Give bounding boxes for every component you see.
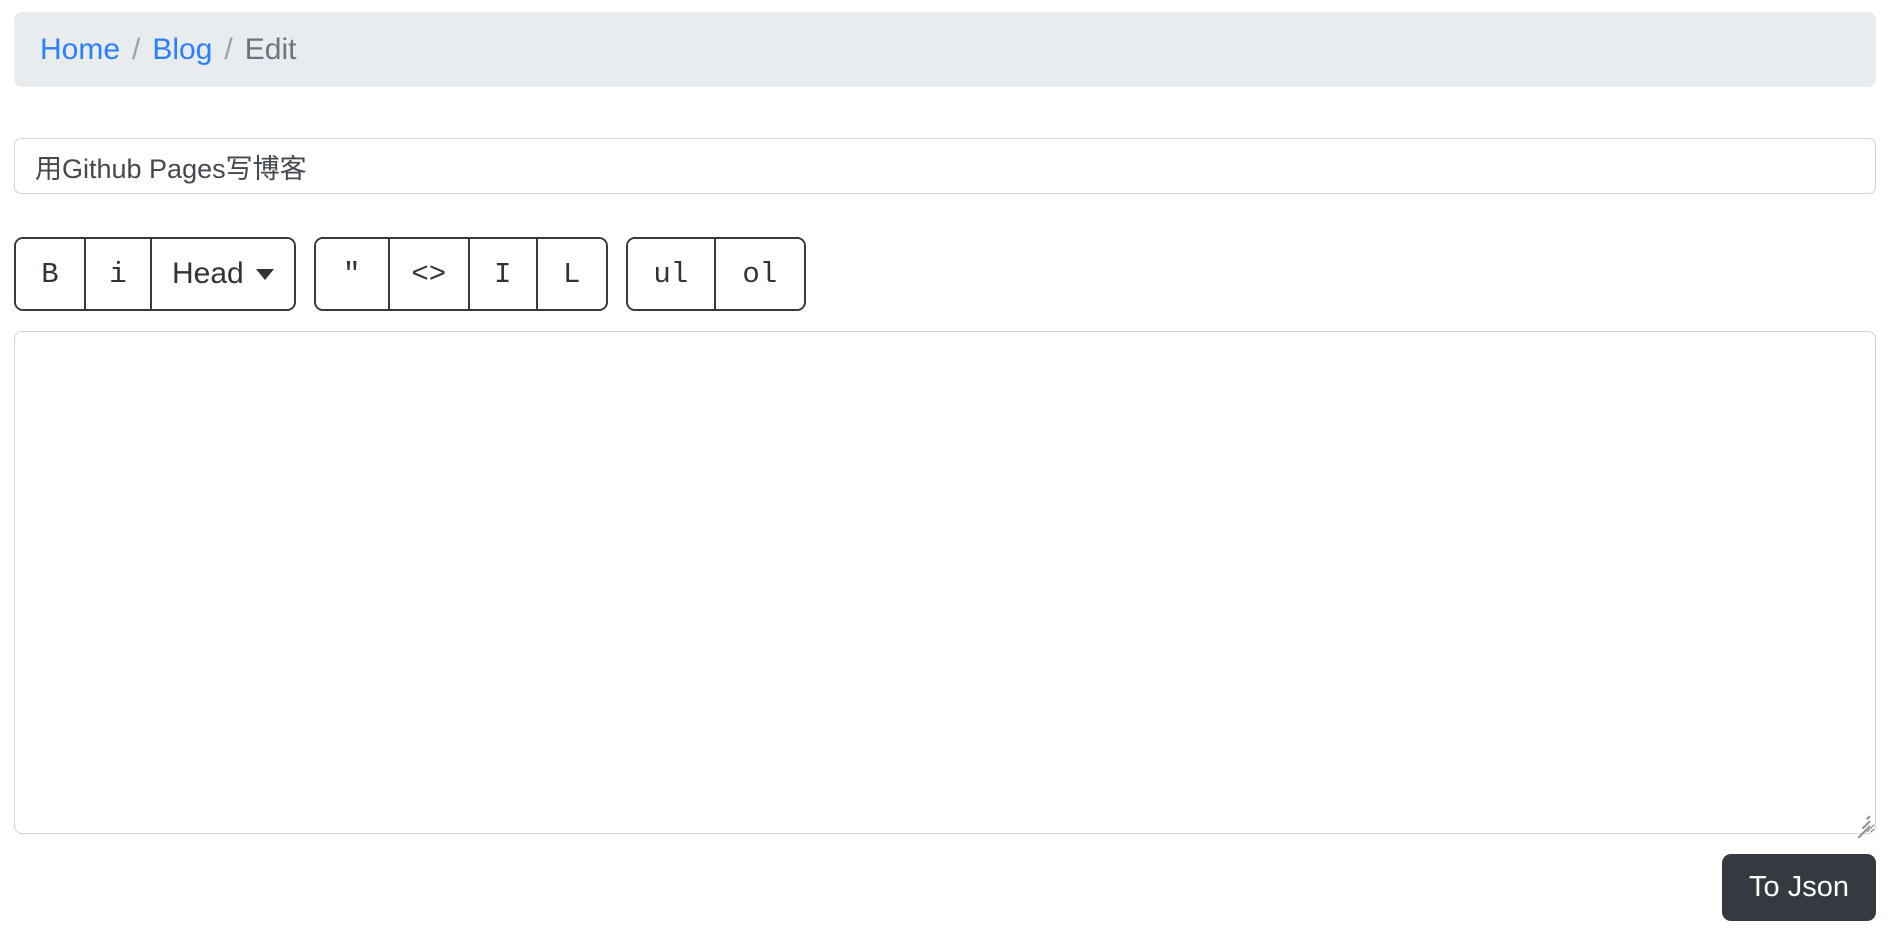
bold-icon: B [41,257,59,291]
block-insert-group: " <> I L [313,237,608,311]
italic-button[interactable]: i [86,239,152,309]
blockquote-button[interactable]: " [315,239,390,309]
footer-actions: To Json [14,854,1876,921]
breadcrumb-separator: / [132,32,141,66]
post-content-textarea[interactable] [14,331,1876,834]
bullet-list-icon: ul [653,257,689,291]
unordered-list-button[interactable]: ul [627,239,716,309]
text-format-group: B i Head [14,237,296,311]
edit-blog-page: Home / Blog / Edit B i Head " <> [0,0,1890,944]
post-title-input[interactable] [14,138,1876,194]
breadcrumb-separator: / [224,32,233,66]
link-button[interactable]: L [537,239,606,309]
heading-label: Head [172,257,244,290]
code-icon: <> [411,257,447,291]
to-json-button[interactable]: To Json [1722,854,1876,921]
image-button[interactable]: I [469,239,538,309]
italic-icon: i [109,257,127,291]
editor-container [14,331,1876,838]
breadcrumb: Home / Blog / Edit [14,12,1876,87]
ordered-list-button[interactable]: ol [715,239,804,309]
quote-icon: " [343,257,361,291]
breadcrumb-item-blog[interactable]: Blog [152,34,212,65]
heading-dropdown[interactable]: Head [152,239,294,309]
image-icon: I [494,257,512,291]
breadcrumb-item-edit: Edit [244,32,297,66]
code-button[interactable]: <> [389,239,470,309]
bold-button[interactable]: B [16,239,86,309]
markdown-toolbar: B i Head " <> I L ul ol [14,237,806,311]
numbered-list-icon: ol [742,257,778,291]
list-group: ul ol [625,237,806,311]
link-icon: L [563,257,581,291]
chevron-down-icon [255,268,274,280]
breadcrumb-item-home[interactable]: Home [40,34,120,65]
